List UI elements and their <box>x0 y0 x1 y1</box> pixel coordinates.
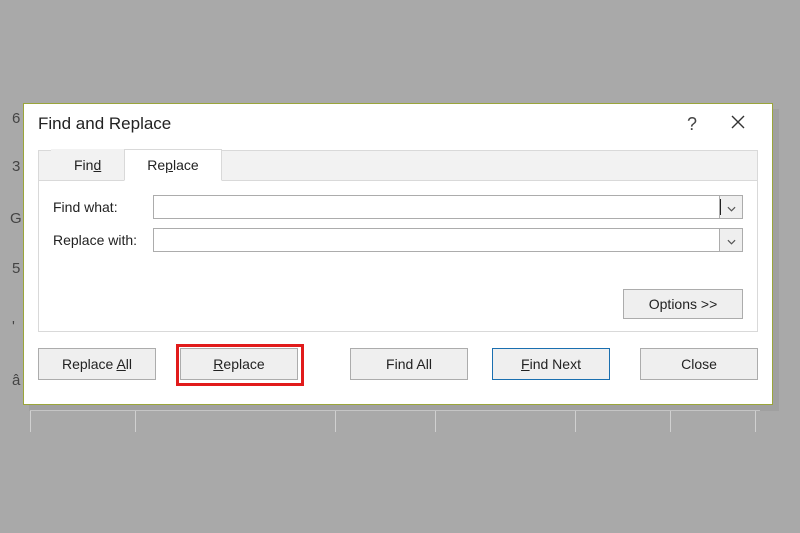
tab-replace[interactable]: Replace <box>124 149 221 181</box>
find-what-dropdown-button[interactable] <box>719 196 742 218</box>
replace-with-label: Replace with: <box>53 232 153 248</box>
close-icon <box>731 115 745 134</box>
find-next-label: Find Next <box>521 356 581 372</box>
options-button-label: Options >> <box>649 296 718 312</box>
replace-with-row: Replace with: <box>53 228 743 252</box>
find-what-input[interactable] <box>154 196 719 218</box>
find-and-replace-dialog: Find and Replace ? Find Replace Find wha… <box>23 103 773 405</box>
find-what-row: Find what: <box>53 195 743 219</box>
find-what-label: Find what: <box>53 199 153 215</box>
close-dialog-button[interactable]: Close <box>640 348 758 380</box>
close-label: Close <box>681 356 717 372</box>
find-next-button[interactable]: Find Next <box>492 348 610 380</box>
help-button[interactable]: ? <box>672 108 712 140</box>
titlebar: Find and Replace ? <box>24 104 772 144</box>
chevron-down-icon <box>727 199 736 215</box>
bg-cell: ' <box>12 318 15 335</box>
bg-cell: 3 <box>12 158 20 175</box>
bg-cell: 5 <box>12 260 20 277</box>
replace-button[interactable]: Replace <box>180 348 298 380</box>
replace-with-dropdown-button[interactable] <box>719 229 742 251</box>
tab-find[interactable]: Find <box>51 149 124 181</box>
find-all-button[interactable]: Find All <box>350 348 468 380</box>
close-button[interactable] <box>718 108 758 140</box>
replace-all-label: Replace All <box>62 356 132 372</box>
dialog-button-row: Replace All Replace Find All Find Next C… <box>24 332 772 380</box>
replace-panel: Find what: Replace with: <box>38 180 758 332</box>
find-what-combo[interactable] <box>153 195 743 219</box>
bg-cell: G <box>10 210 22 227</box>
bg-cell: 6 <box>12 110 20 127</box>
chevron-down-icon <box>727 232 736 248</box>
replace-with-input[interactable] <box>154 229 719 251</box>
replace-with-combo[interactable] <box>153 228 743 252</box>
replace-all-button[interactable]: Replace All <box>38 348 156 380</box>
find-all-label: Find All <box>386 356 432 372</box>
tab-replace-label: Replace <box>147 157 198 173</box>
tab-strip: Find Replace <box>38 150 758 180</box>
bg-cell: â <box>12 372 20 389</box>
dialog-title: Find and Replace <box>38 114 672 134</box>
replace-label: Replace <box>213 356 264 372</box>
tab-find-label: Find <box>74 157 101 173</box>
options-button[interactable]: Options >> <box>623 289 743 319</box>
